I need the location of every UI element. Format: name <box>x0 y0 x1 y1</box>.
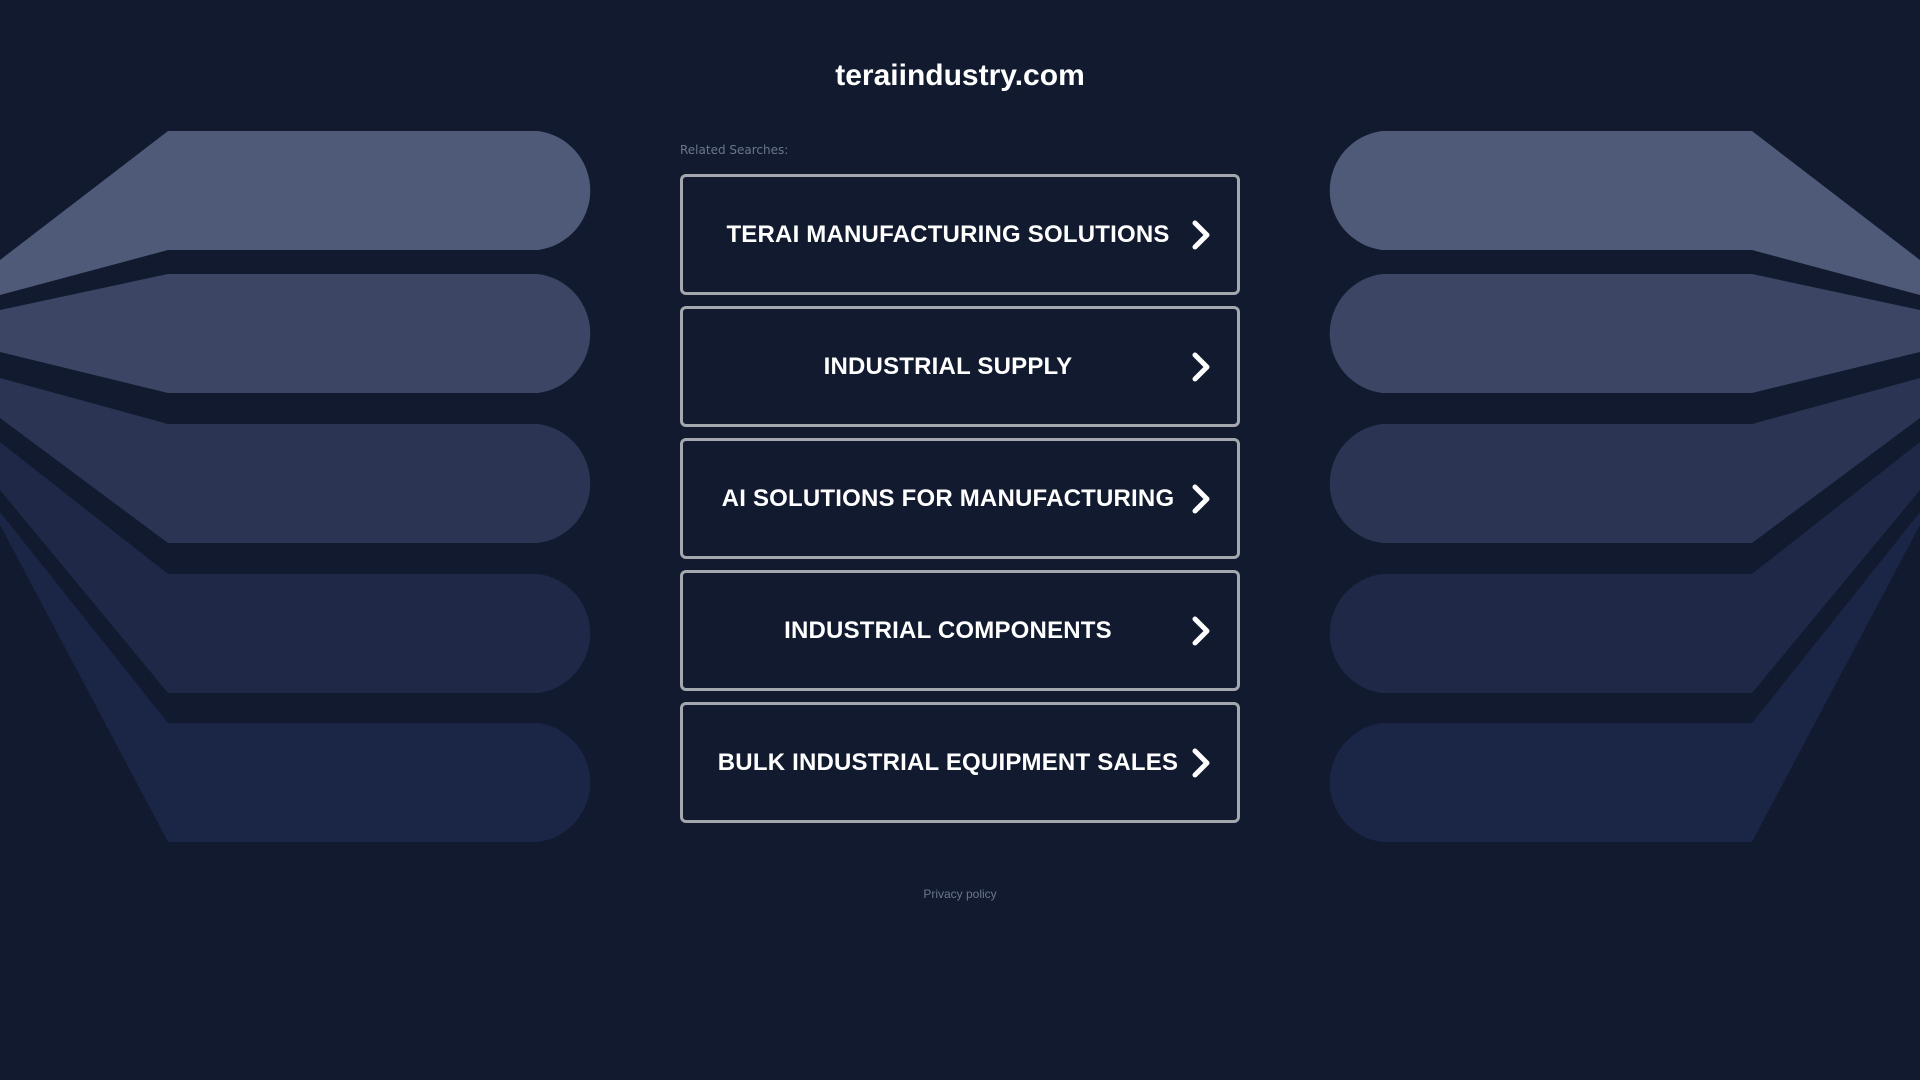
parked-domain-page: teraiindustry.com Related Searches: TERA… <box>0 0 1920 1080</box>
chevron-right-icon <box>1192 484 1210 513</box>
related-search-label: INDUSTRIAL COMPONENTS <box>784 616 1112 644</box>
related-search-label: BULK INDUSTRIAL EQUIPMENT SALES <box>717 748 1179 776</box>
privacy-policy-link[interactable]: Privacy policy <box>0 886 1920 902</box>
related-searches-list: TERAI MANUFACTURING SOLUTIONS INDUSTRIAL… <box>680 174 1240 834</box>
related-search-link[interactable]: INDUSTRIAL SUPPLY <box>680 306 1240 427</box>
related-search-link[interactable]: BULK INDUSTRIAL EQUIPMENT SALES <box>680 702 1240 823</box>
chevron-right-icon <box>1192 616 1210 645</box>
right-wing-decoration <box>1329 131 1920 842</box>
related-search-label: TERAI MANUFACTURING SOLUTIONS <box>726 220 1170 248</box>
related-search-link[interactable]: TERAI MANUFACTURING SOLUTIONS <box>680 174 1240 295</box>
chevron-right-icon <box>1192 220 1210 249</box>
site-title: teraiindustry.com <box>835 59 1085 92</box>
related-searches-label: Related Searches: <box>680 143 789 157</box>
left-wing-decoration <box>0 131 591 842</box>
related-search-link[interactable]: AI SOLUTIONS FOR MANUFACTURING <box>680 438 1240 559</box>
related-search-label: INDUSTRIAL SUPPLY <box>823 352 1073 380</box>
chevron-right-icon <box>1192 748 1210 777</box>
related-search-label: AI SOLUTIONS FOR MANUFACTURING <box>721 484 1175 512</box>
chevron-right-icon <box>1192 352 1210 381</box>
related-search-link[interactable]: INDUSTRIAL COMPONENTS <box>680 570 1240 691</box>
